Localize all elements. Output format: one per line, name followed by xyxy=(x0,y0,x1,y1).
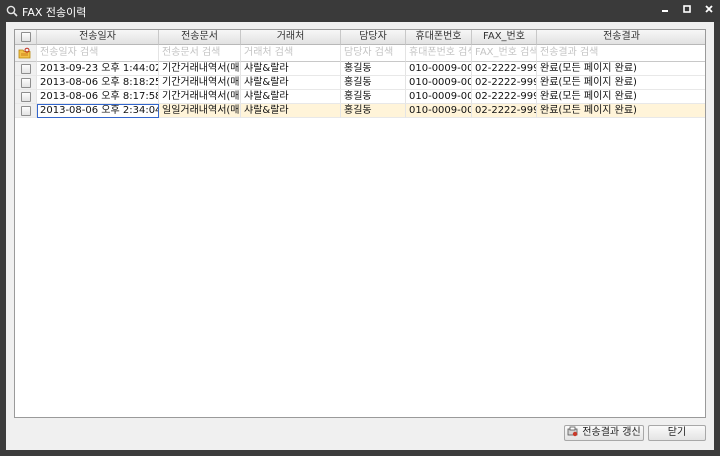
cell-send-date[interactable]: 2013-08-06 오후 8:17:58 xyxy=(37,90,159,104)
filter-result[interactable]: 전송결과 검색 xyxy=(537,45,705,62)
column-header-send-date[interactable]: 전송일자 xyxy=(37,30,159,45)
table-row[interactable]: 2013-08-06 오후 8:17:58 기간거래내역서(매 샤랄&랄라 홍길… xyxy=(15,90,705,104)
column-header-document[interactable]: 전송문서 xyxy=(159,30,241,45)
cell-mobile[interactable]: 010-0009-0009 xyxy=(406,62,472,76)
column-header-manager[interactable]: 담당자 xyxy=(341,30,406,45)
column-header-client[interactable]: 거래처 xyxy=(241,30,341,45)
filter-manager[interactable]: 담당자 검색 xyxy=(341,45,406,62)
cell-result[interactable]: 완료(모든 페이지 완료) xyxy=(537,62,705,76)
filter-send-date[interactable]: 전송일자 검색 xyxy=(37,45,159,62)
minimize-icon xyxy=(662,10,668,12)
cell-fax-number[interactable]: 02-2222-9999 xyxy=(472,62,537,76)
cell-manager[interactable]: 홍길동 xyxy=(341,90,406,104)
cell-manager[interactable]: 홍길동 xyxy=(341,104,406,118)
close-button[interactable]: 닫기 xyxy=(648,425,706,441)
cell-mobile[interactable]: 010-0009-0009 xyxy=(406,76,472,90)
maximize-button[interactable] xyxy=(678,3,696,19)
search-icon xyxy=(6,5,18,17)
cell-send-date-focused[interactable]: 2013-08-06 오후 2:34:04 xyxy=(37,104,159,118)
fax-history-grid[interactable]: 전송일자 전송문서 거래처 담당자 휴대폰번호 FAX_번호 전송결과 전송일자… xyxy=(14,29,706,418)
cell-fax-number[interactable]: 02-2222-9999 xyxy=(472,76,537,90)
grid-header-row: 전송일자 전송문서 거래처 담당자 휴대폰번호 FAX_번호 전송결과 xyxy=(15,30,705,45)
window-client-area: 전송일자 전송문서 거래처 담당자 휴대폰번호 FAX_번호 전송결과 전송일자… xyxy=(6,22,714,450)
cell-client[interactable]: 샤랄&랄라 xyxy=(241,104,341,118)
minimize-button[interactable] xyxy=(656,3,674,19)
cell-document[interactable]: 일일거래내역서(매 xyxy=(159,104,241,118)
maximize-icon xyxy=(683,5,691,13)
refresh-result-label: 전송결과 갱신 xyxy=(582,427,641,438)
close-window-button[interactable] xyxy=(700,3,718,19)
filter-fax-number[interactable]: FAX_번호 검색 xyxy=(472,45,537,62)
table-row[interactable]: 2013-09-23 오후 1:44:02 기간거래내역서(매 샤랄&랄라 홍길… xyxy=(15,62,705,76)
cell-send-date[interactable]: 2013-09-23 오후 1:44:02 xyxy=(37,62,159,76)
filter-lead-cell xyxy=(15,45,37,62)
cell-document[interactable]: 기간거래내역서(매 xyxy=(159,62,241,76)
grid-filter-row: 전송일자 검색 전송문서 검색 거래처 검색 담당자 검색 휴대폰번호 검색 F… xyxy=(15,45,705,62)
table-row-selected[interactable]: 2013-08-06 오후 2:34:04 일일거래내역서(매 샤랄&랄라 홍길… xyxy=(15,104,705,118)
row-select-cell xyxy=(15,76,37,90)
table-row[interactable]: 2013-08-06 오후 8:18:25 기간거래내역서(매 샤랄&랄라 홍길… xyxy=(15,76,705,90)
row-select-cell xyxy=(15,90,37,104)
filter-document[interactable]: 전송문서 검색 xyxy=(159,45,241,62)
column-header-fax-number[interactable]: FAX_번호 xyxy=(472,30,537,45)
select-all-cell xyxy=(15,30,37,45)
row-checkbox[interactable] xyxy=(21,78,31,88)
cell-document[interactable]: 기간거래내역서(매 xyxy=(159,90,241,104)
close-icon xyxy=(705,5,713,13)
refresh-result-button[interactable]: 전송결과 갱신 xyxy=(564,425,644,441)
cell-send-date[interactable]: 2013-08-06 오후 8:18:25 xyxy=(37,76,159,90)
cell-result[interactable]: 완료(모든 페이지 완료) xyxy=(537,90,705,104)
cell-client[interactable]: 샤랄&랄라 xyxy=(241,90,341,104)
column-header-result[interactable]: 전송결과 xyxy=(537,30,705,45)
filter-mobile[interactable]: 휴대폰번호 검색 xyxy=(406,45,472,62)
row-checkbox[interactable] xyxy=(21,64,31,74)
cell-mobile[interactable]: 010-0009-0009 xyxy=(406,90,472,104)
select-all-checkbox[interactable] xyxy=(21,32,31,42)
fax-history-window: FAX 전송이력 전송일자 전송문서 거래처 담당자 휴대폰번호 FAX_번호 xyxy=(0,0,720,456)
window-title: FAX 전송이력 xyxy=(22,6,87,19)
cell-client[interactable]: 샤랄&랄라 xyxy=(241,76,341,90)
row-checkbox[interactable] xyxy=(21,92,31,102)
folder-search-icon xyxy=(18,47,31,59)
filter-client[interactable]: 거래처 검색 xyxy=(241,45,341,62)
cell-result[interactable]: 완료(모든 페이지 완료) xyxy=(537,76,705,90)
cell-fax-number[interactable]: 02-2222-9999 xyxy=(472,90,537,104)
refresh-fax-icon xyxy=(567,426,578,437)
row-select-cell xyxy=(15,62,37,76)
cell-client[interactable]: 샤랄&랄라 xyxy=(241,62,341,76)
cell-result[interactable]: 완료(모든 페이지 완료) xyxy=(537,104,705,118)
cell-document[interactable]: 기간거래내역서(매 xyxy=(159,76,241,90)
cell-manager[interactable]: 홍길동 xyxy=(341,62,406,76)
row-select-cell xyxy=(15,104,37,118)
cell-fax-number[interactable]: 02-2222-9999 xyxy=(472,104,537,118)
title-bar[interactable]: FAX 전송이력 xyxy=(0,0,720,22)
cell-manager[interactable]: 홍길동 xyxy=(341,76,406,90)
cell-mobile[interactable]: 010-0009-0009 xyxy=(406,104,472,118)
row-checkbox[interactable] xyxy=(21,106,31,116)
column-header-mobile[interactable]: 휴대폰번호 xyxy=(406,30,472,45)
